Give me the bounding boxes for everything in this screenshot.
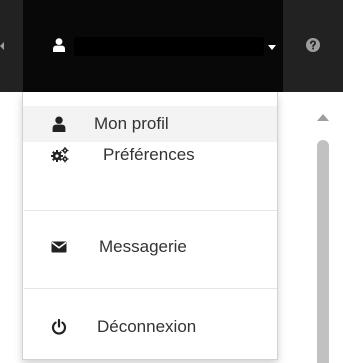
navbar-divider xyxy=(282,0,283,92)
gears-icon xyxy=(51,147,69,163)
menu-item-label: Messagerie xyxy=(99,237,187,256)
menu-item-label: Préférences xyxy=(103,145,195,164)
menu-item-deconnexion[interactable]: Déconnexion xyxy=(23,309,277,345)
question-circle-icon[interactable] xyxy=(306,38,320,52)
menu-divider xyxy=(24,288,277,289)
menu-item-messagerie[interactable]: Messagerie xyxy=(23,229,277,265)
user-dropdown-menu: Mon profil Préférences Messagerie Déconn… xyxy=(22,92,278,360)
scrollbar-thumb[interactable] xyxy=(317,140,329,363)
top-navbar xyxy=(0,0,343,92)
user-menu-toggle[interactable] xyxy=(24,0,282,92)
user-icon xyxy=(53,38,65,52)
user-icon xyxy=(51,116,67,132)
scroll-up-arrow-icon[interactable] xyxy=(317,114,329,121)
menu-divider xyxy=(24,210,277,211)
user-name-redacted xyxy=(74,37,264,56)
nav-left-caret-icon xyxy=(0,42,4,50)
menu-item-label: Déconnexion xyxy=(97,317,197,336)
menu-item-label: Mon profil xyxy=(94,114,169,133)
menu-item-preferences[interactable]: Préférences xyxy=(23,137,277,173)
power-icon xyxy=(51,319,67,335)
page-content-area xyxy=(278,92,343,363)
caret-down-icon xyxy=(268,45,276,50)
envelope-icon xyxy=(51,239,67,255)
